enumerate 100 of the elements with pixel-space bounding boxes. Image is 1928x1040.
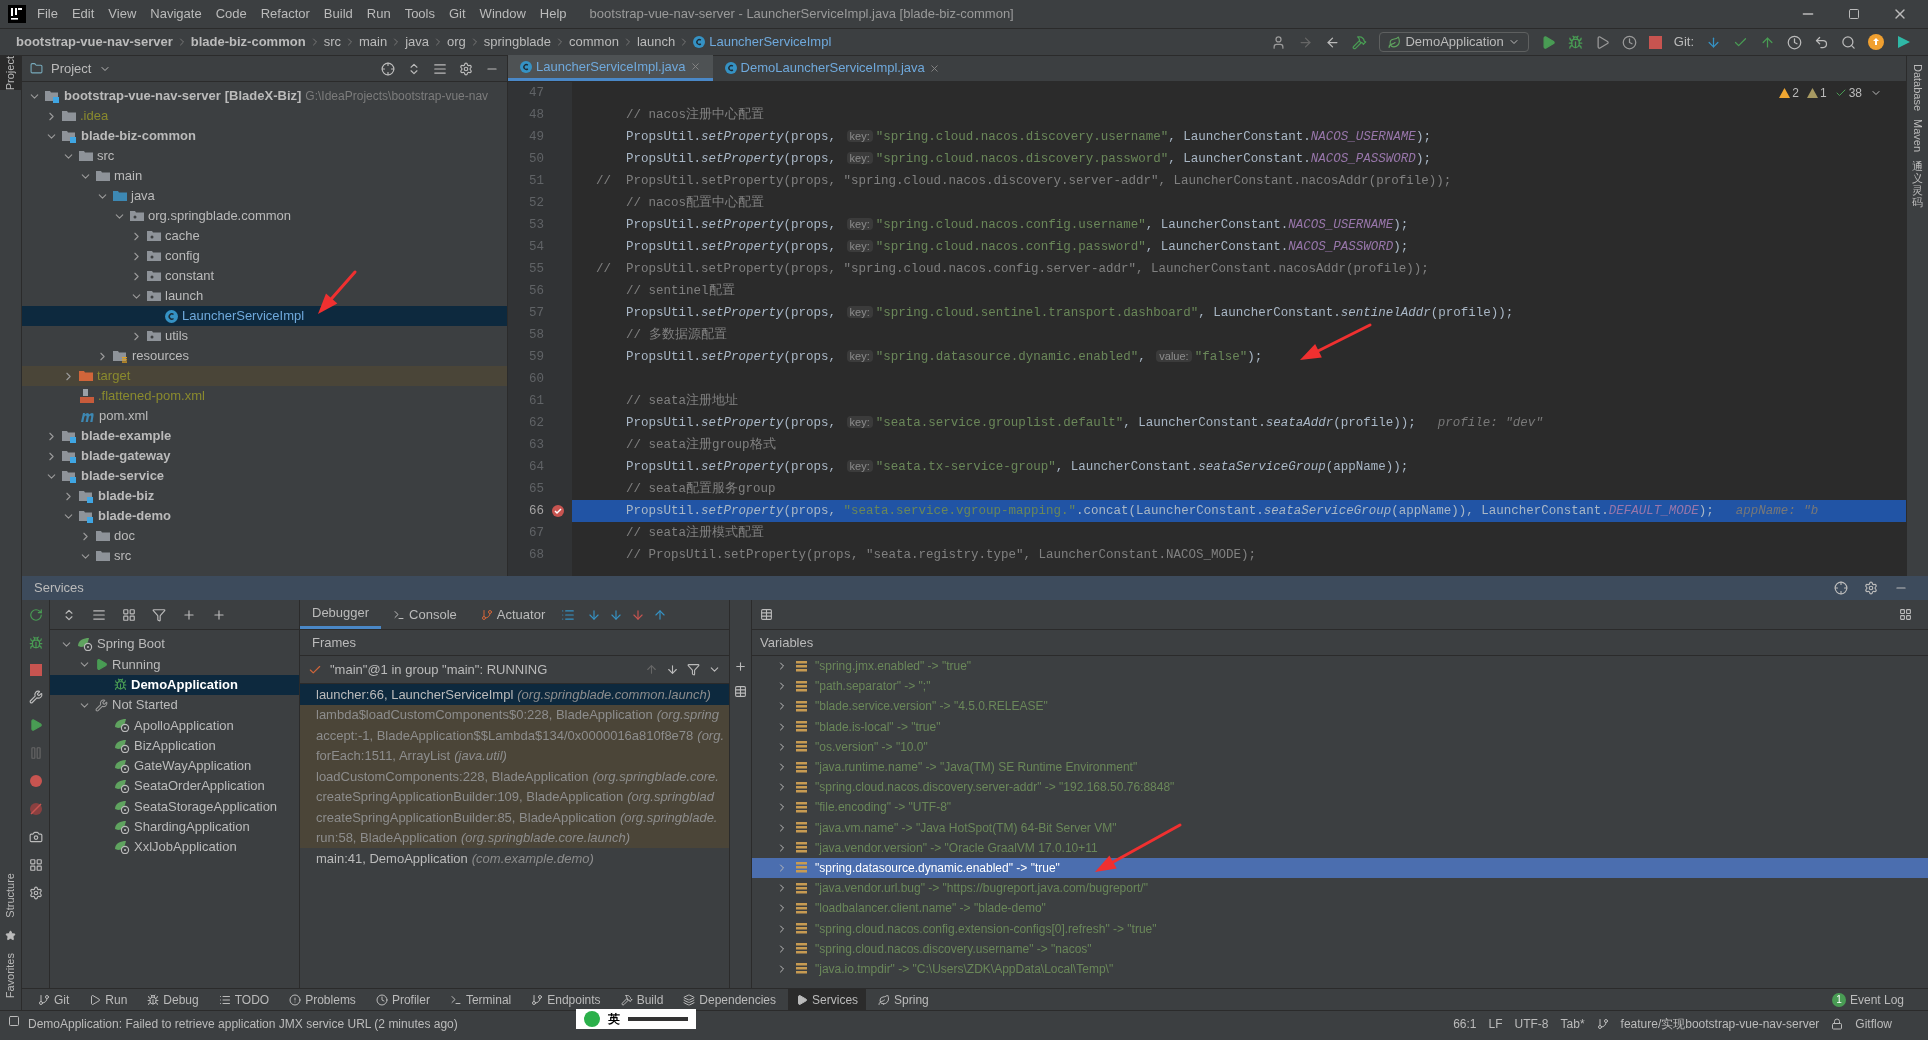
menu-item[interactable]: Window xyxy=(472,4,533,24)
collapse-all-icon[interactable] xyxy=(433,61,447,76)
rollback-icon[interactable] xyxy=(1814,34,1829,50)
debugger-tab[interactable]: Console xyxy=(381,600,469,629)
tree-row[interactable]: config xyxy=(22,246,507,266)
breadcrumb[interactable]: springblade xyxy=(483,32,552,52)
table-icon[interactable] xyxy=(760,608,773,621)
tool-window-button[interactable]: Run xyxy=(81,989,136,1010)
update-icon[interactable] xyxy=(1706,34,1721,50)
frame-row[interactable]: lambda$loadCustomComponents$0:228, BladeApplication (org.spring xyxy=(300,704,729,725)
thread-selector[interactable]: "main"@1 in group "main": RUNNING xyxy=(330,659,548,680)
debugger-tab[interactable]: Actuator xyxy=(468,600,558,629)
tool-window-tab[interactable]: 通义灵码 xyxy=(1912,160,1923,209)
breadcrumb[interactable]: common xyxy=(569,32,619,52)
frame-row[interactable]: createSpringApplicationBuilder:109, BladeApplication (org.springblad xyxy=(300,786,729,807)
tool-window-button[interactable]: Git xyxy=(30,989,78,1010)
tree-row[interactable]: blade-demo xyxy=(22,506,507,526)
variable-row[interactable]: "spring.datasource.dynamic.enabled" -> "true" xyxy=(752,857,1928,879)
tool-window-tab[interactable]: Database xyxy=(1909,64,1926,112)
frame-row[interactable]: createSpringApplicationBuilder:85, BladeApplication (org.springblade. xyxy=(300,807,729,828)
add-icon[interactable] xyxy=(734,660,747,673)
tree-row[interactable]: cache xyxy=(22,226,507,246)
filter-icon[interactable] xyxy=(152,607,166,622)
debug-icon[interactable] xyxy=(28,636,43,650)
mute-breakpoints-icon[interactable] xyxy=(28,802,43,816)
tool-window-button[interactable]: Build xyxy=(612,989,672,1010)
table-icon[interactable] xyxy=(734,685,747,698)
tool-window-button[interactable]: Services xyxy=(788,989,867,1010)
frame-row[interactable]: loadCustomComponents:228, BladeApplication (org.springblade.core. xyxy=(300,766,729,787)
tree-row[interactable]: org.springblade.common xyxy=(22,206,507,226)
tree-row[interactable]: blade-biz-common xyxy=(22,126,507,146)
service-row[interactable]: ApolloApplication xyxy=(50,715,299,736)
service-row[interactable]: ShardingApplication xyxy=(50,816,299,837)
step-out-icon[interactable] xyxy=(653,607,668,622)
frame-row[interactable]: main:41, DemoApplication (com.example.demo) xyxy=(300,848,729,869)
service-row[interactable]: Not Started xyxy=(50,694,299,716)
inspection-count[interactable]: 38 xyxy=(1834,84,1862,102)
tree-row[interactable]: java xyxy=(22,186,507,206)
tree-row[interactable]: blade-biz xyxy=(22,486,507,506)
search-icon[interactable] xyxy=(1841,34,1856,50)
add-service-icon[interactable] xyxy=(212,607,226,622)
menu-item[interactable]: File xyxy=(30,4,65,24)
menu-icon[interactable] xyxy=(561,607,576,622)
service-row[interactable]: SeataOrderApplication xyxy=(50,776,299,797)
tree-row[interactable]: .flattened-pom.xml xyxy=(22,386,507,406)
up-icon[interactable] xyxy=(645,663,658,676)
tree-row[interactable]: blade-service xyxy=(22,466,507,486)
profile-icon[interactable] xyxy=(1621,34,1637,50)
service-row[interactable]: Spring Boot xyxy=(50,634,299,655)
camera-icon[interactable] xyxy=(28,830,43,844)
service-row[interactable]: XxlJobApplication xyxy=(50,836,299,858)
service-row[interactable]: SeataStorageApplication xyxy=(50,796,299,817)
project-tool-tab[interactable]: Project xyxy=(0,56,23,91)
new-tab-icon[interactable] xyxy=(182,607,196,622)
filter-icon[interactable] xyxy=(687,663,700,676)
menu-item[interactable]: Edit xyxy=(64,4,102,24)
tree-row[interactable]: constant xyxy=(22,266,507,286)
collapse-all-icon[interactable] xyxy=(92,607,106,622)
tree-row[interactable]: bootstrap-vue-nav-server [BladeX-Biz] G:\IdeaProjects\bootstrap-vue-nav xyxy=(22,86,507,106)
menu-item[interactable]: Tools xyxy=(397,4,442,24)
stop-icon[interactable] xyxy=(29,664,42,676)
settings-icon[interactable] xyxy=(459,61,473,76)
debug-icon[interactable] xyxy=(1567,34,1583,50)
status-item[interactable]: 66:1 xyxy=(1453,1015,1477,1033)
tree-row[interactable]: blade-example xyxy=(22,426,507,446)
rerun-icon[interactable] xyxy=(28,608,43,622)
breadcrumb[interactable]: src xyxy=(323,32,341,52)
menu-item[interactable]: Code xyxy=(208,4,254,24)
git-branch[interactable]: feature/实现bootstrap-vue-nav-server xyxy=(1620,1015,1820,1033)
update-badge-icon[interactable] xyxy=(1868,34,1884,50)
forward-icon[interactable] xyxy=(1298,34,1314,50)
frame-row[interactable]: launcher:66, LauncherServiceImpl (org.springblade.common.launch) xyxy=(300,684,729,705)
frame-row[interactable]: accept:-1, BladeApplication$$Lambda$134/0x0000016a810f8e78 (org. xyxy=(300,725,729,746)
ime-toolbar[interactable]: 英 xyxy=(575,1009,696,1029)
tree-row[interactable]: main xyxy=(22,166,507,186)
favorites-tool-tab[interactable]: Favorites xyxy=(0,952,23,998)
inspection-count[interactable]: 1 xyxy=(1806,84,1827,102)
run-config-dropdown[interactable]: DemoApplication xyxy=(1379,32,1529,52)
down-icon[interactable] xyxy=(666,663,679,676)
locate-icon[interactable] xyxy=(1834,581,1848,595)
tree-row[interactable]: utils xyxy=(22,326,507,346)
hammer-icon[interactable] xyxy=(1352,34,1368,50)
tool-window-button[interactable]: Spring xyxy=(870,989,937,1010)
lock-icon[interactable] xyxy=(1831,1018,1844,1030)
breadcrumb[interactable]: launch xyxy=(636,32,676,52)
breadcrumb[interactable]: bootstrap-vue-nav-server xyxy=(16,32,173,52)
tool-window-button[interactable]: Terminal xyxy=(441,989,520,1010)
close-icon[interactable] xyxy=(928,62,940,74)
breadcrumb[interactable]: org xyxy=(447,32,466,52)
tool-window-tab[interactable]: Maven xyxy=(1909,119,1926,153)
coverage-icon[interactable] xyxy=(1594,34,1610,50)
debugger-tab[interactable]: Debugger xyxy=(300,600,382,629)
breakpoint-icon[interactable] xyxy=(552,505,564,517)
push-icon[interactable] xyxy=(1760,34,1775,50)
stop-icon[interactable] xyxy=(1648,35,1662,49)
service-row[interactable]: BizApplication xyxy=(50,735,299,756)
structure-tool-tab[interactable]: Structure xyxy=(0,873,23,918)
tree-row[interactable]: blade-gateway xyxy=(22,446,507,466)
back-icon[interactable] xyxy=(1325,34,1341,50)
breadcrumb[interactable]: java xyxy=(405,32,429,52)
